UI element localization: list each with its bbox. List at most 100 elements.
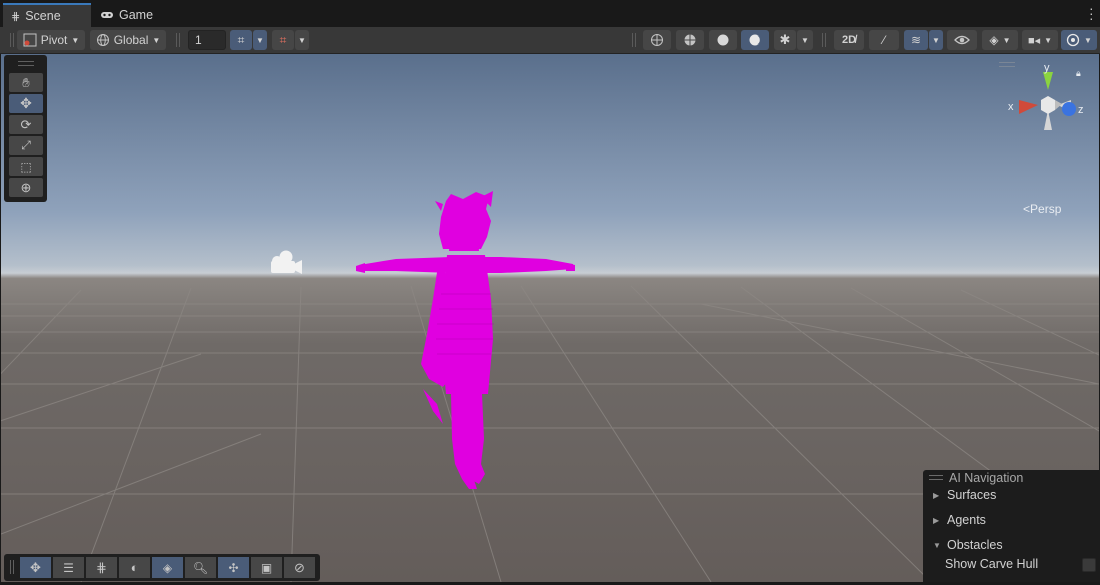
chevron-down-icon: ▼ (256, 35, 264, 45)
hand-tool-button[interactable]: ✋︎ (9, 73, 43, 92)
show-carve-hull-label: Show Carve Hull (945, 557, 1039, 571)
character-model[interactable] (351, 189, 581, 489)
orientation-gizmo[interactable]: y x z 🔒︎ (999, 62, 1095, 142)
chevron-right-icon: ▶ (933, 490, 940, 500)
toggle-2d-button[interactable]: 2D̸ (834, 30, 864, 50)
toolbar-handle[interactable] (632, 33, 636, 47)
nav-item-label: Surfaces (947, 488, 997, 502)
camera-gizmo-icon[interactable] (267, 249, 305, 277)
chevron-down-icon: ▼ (933, 540, 941, 550)
grid-size-input[interactable]: 1 (188, 30, 226, 50)
lighting-overlay-button[interactable]: ◐ (119, 557, 150, 578)
bottom-drag-handle[interactable] (10, 560, 14, 574)
global-dropdown[interactable]: Global ▼ (90, 30, 166, 50)
pivot-dropdown[interactable]: Pivot ▼ (17, 30, 85, 50)
debug-draw-button[interactable]: ✱ (774, 30, 796, 50)
more-options-icon[interactable]: · · · (1089, 1, 1094, 25)
tab-game-label: Game (119, 8, 154, 22)
bottom-overlay-toolbar: ✥ ☰ ⋕ ◐ ◈ 🔍︎ ✣ ▣ ⊘ (4, 554, 320, 581)
2d-off-icon: 2D̸ (841, 34, 857, 46)
toolbar-handle[interactable] (176, 33, 180, 47)
shaded-sphere-icon (717, 34, 729, 46)
axis-y-label: y (1044, 62, 1050, 74)
grid-icon: ⋕ (11, 10, 21, 23)
compass-overlay-button[interactable]: ⊘ (284, 557, 315, 578)
nav-title: AI Navigation (949, 471, 1024, 485)
increment-snap-button[interactable]: ⌗ (272, 30, 294, 50)
tab-scene-label: Scene (25, 9, 61, 23)
camera-overlay-button[interactable]: ▣ (251, 557, 282, 578)
nav-item-surfaces[interactable]: ▶ Surfaces (933, 488, 996, 502)
tool-settings-button[interactable]: ☰ (53, 557, 84, 578)
grid-size-value: 1 (195, 33, 202, 47)
move-overlay-button[interactable]: ✥ (20, 557, 51, 578)
lock-icon[interactable]: 🔒︎ (1076, 68, 1081, 79)
increment-snap-dropdown[interactable]: ▼ (295, 30, 309, 50)
grid-snap-icon: ⌗ (237, 32, 245, 47)
projection-label-text: Persp (1030, 202, 1062, 216)
tools-overlay: ✋︎ ✥ ⟳ ⤢ ⬚ ⊕ (4, 55, 47, 202)
axis-icon: ✣ (228, 560, 239, 575)
chevron-down-icon: ▼ (1002, 35, 1011, 45)
eye-icon (954, 35, 970, 45)
search-overlay-button[interactable]: 🔍︎ (185, 557, 216, 578)
shaded-button[interactable] (709, 30, 737, 50)
toggle-lighting-button[interactable]: ⁄ (869, 30, 899, 50)
camera-settings-dropdown[interactable]: ■◂ ▼ (1022, 30, 1058, 50)
axis-z-label: z (1078, 104, 1084, 116)
sphere-icon: ◐ (130, 560, 139, 575)
show-carve-hull-checkbox[interactable] (1082, 558, 1096, 572)
scale-tool-button[interactable]: ⤢ (9, 136, 43, 155)
chevron-down-icon: ▼ (298, 35, 306, 45)
ai-navigation-overlay: AI Navigation ▶ Surfaces ▶ Agents ▼ Obst… (923, 470, 1100, 582)
wireframe-icon (651, 34, 663, 46)
rect-icon: ⬚ (20, 159, 32, 174)
gamepad-icon (101, 12, 113, 18)
stack-icon: ◈ (989, 33, 999, 47)
scene-visibility-button[interactable] (947, 30, 977, 50)
camera-icon: ■◂ (1027, 34, 1041, 47)
grid-snap-button[interactable]: ⌗ (230, 30, 252, 50)
lighting-off-icon: ⁄ (882, 33, 885, 47)
navmesh-icon: ◈ (162, 560, 173, 575)
layers-icon: ≋ (910, 33, 922, 47)
axis-gizmo-icon[interactable] (1005, 62, 1095, 142)
orientation-overlay-button[interactable]: ✣ (218, 557, 249, 578)
rotate-icon: ⟳ (20, 116, 32, 132)
tab-scene[interactable]: ⋕ Scene (3, 3, 91, 27)
chevron-down-icon: ▼ (932, 35, 940, 45)
chevron-right-icon: ▶ (933, 515, 940, 525)
move-tool-button[interactable]: ✥ (9, 94, 43, 113)
transform-tool-button[interactable]: ⊕ (9, 178, 43, 197)
nav-item-agents[interactable]: ▶ Agents (933, 513, 986, 527)
nav-drag-handle[interactable] (929, 475, 943, 480)
tab-game[interactable]: Game (100, 3, 153, 27)
toolbar-handle[interactable] (10, 33, 14, 47)
layers-dropdown[interactable]: ◈ ▼ (982, 30, 1018, 50)
scale-icon: ⤢ (21, 138, 31, 152)
debug-draw-dropdown[interactable]: ▼ (797, 30, 813, 50)
nav-item-obstacles[interactable]: ▼ Obstacles (933, 538, 1003, 552)
grid-icon: ⋕ (96, 559, 107, 575)
scene-effects-button[interactable]: ≋ (904, 30, 928, 50)
rect-tool-button[interactable]: ⬚ (9, 157, 43, 176)
grid-overlay-button[interactable]: ⋕ (86, 557, 117, 578)
grid-snap-dropdown[interactable]: ▼ (253, 30, 267, 50)
gizmo-sphere-icon (1066, 33, 1080, 47)
rotate-tool-button[interactable]: ⟳ (9, 115, 43, 134)
lit-sphere-icon (749, 34, 761, 46)
shaded-wireframe-button[interactable] (676, 30, 704, 50)
tools-drag-handle[interactable] (18, 61, 34, 66)
move-icon: ✥ (30, 559, 41, 575)
projection-label[interactable]: <Persp (1023, 202, 1061, 216)
pivot-icon (23, 33, 37, 47)
globe-icon (96, 34, 109, 46)
wireframe-button[interactable] (643, 30, 671, 50)
gizmos-dropdown[interactable]: ▼ (1061, 30, 1097, 50)
chevron-down-icon: ▼ (152, 35, 161, 45)
navmesh-overlay-button[interactable]: ◈ (152, 557, 183, 578)
lit-button[interactable] (741, 30, 769, 50)
toolbar-handle[interactable] (822, 33, 826, 47)
scene-effects-dropdown[interactable]: ▼ (929, 30, 943, 50)
pivot-label: Pivot (40, 33, 68, 47)
